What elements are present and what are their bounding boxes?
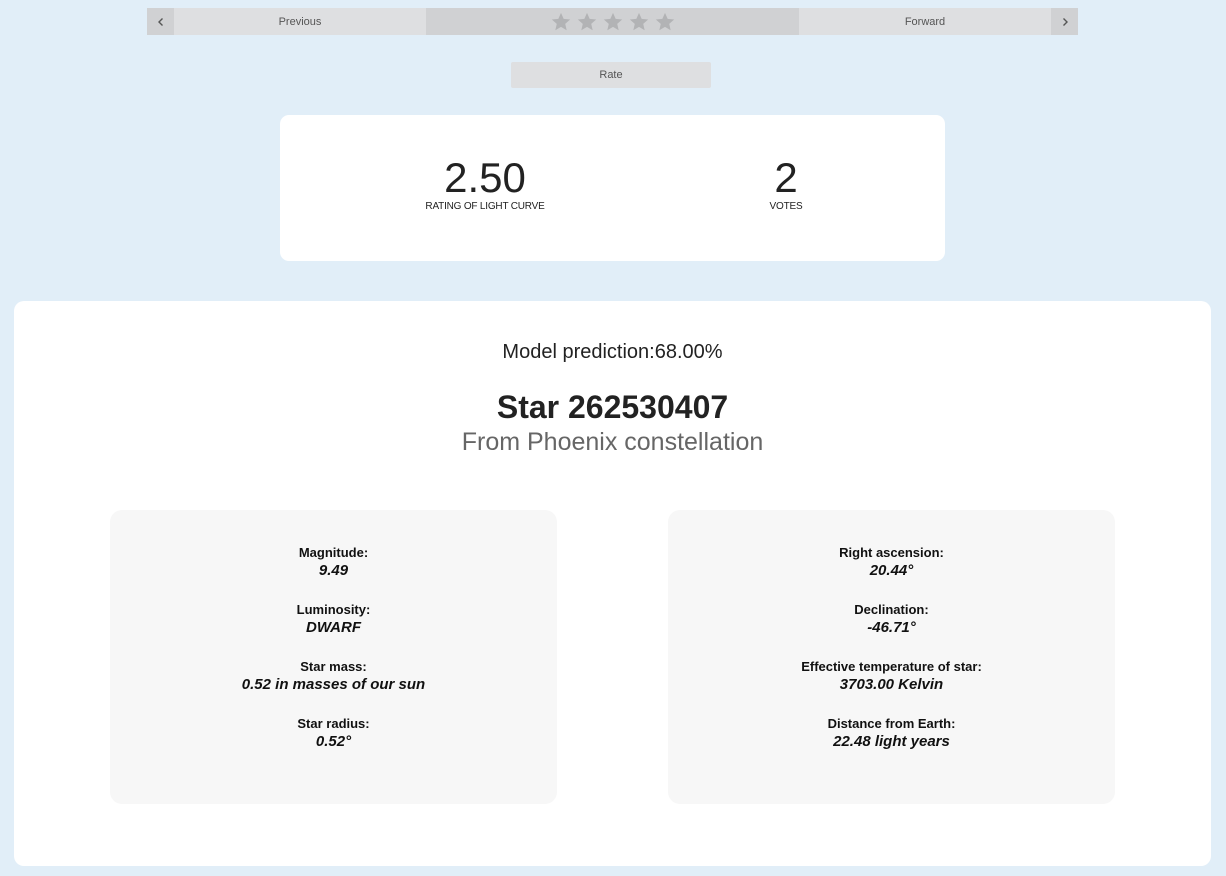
info-label: Declination: [854,602,929,617]
info-label: Star mass: [300,659,367,674]
info-item: Magnitude: 9.49 [110,544,557,601]
star-position-panel: Right ascension: 20.44° Declination: -46… [668,510,1115,804]
rating-stat: 2.50 RATING OF LIGHT CURVE [425,154,545,213]
forward-button[interactable]: Forward [799,8,1051,35]
chevron-left-icon [157,17,163,26]
info-item: Star radius: 0.52° [110,715,557,772]
forward-arrow-button[interactable] [1051,8,1078,35]
info-value: 22.48 light years [833,733,950,750]
info-item: Distance from Earth: 22.48 light years [668,715,1115,772]
votes-stat: 2 VOTES [769,154,803,213]
info-item: Star mass: 0.52 in masses of our sun [110,658,557,715]
info-item: Luminosity: DWARF [110,601,557,658]
info-value: 20.44° [869,562,914,579]
info-value: 3703.00 Kelvin [839,676,944,693]
info-value: 0.52 in masses of our sun [241,676,426,693]
previous-arrow-button[interactable] [147,8,174,35]
rate-button[interactable]: Rate [511,62,711,88]
previous-button[interactable]: Previous [174,8,426,35]
star-properties-panel: Magnitude: 9.49 Luminosity: DWARF Star m… [110,510,557,804]
info-value: 0.52° [315,733,352,750]
star-title: Star 262530407 [496,389,729,425]
info-item: Right ascension: 20.44° [668,544,1115,601]
info-item: Effective temperature of star: 3703.00 K… [668,658,1115,715]
model-prediction: Model prediction:68.00% [502,341,723,363]
constellation-subtitle: From Phoenix constellation [461,428,764,456]
info-value: -46.71° [867,619,916,636]
info-label: Star radius: [297,716,370,731]
info-item: Declination: -46.71° [668,601,1115,658]
navigation-bar: Previous Forward [147,8,1078,35]
chevron-right-icon [1062,17,1068,26]
info-label: Distance from Earth: [827,716,956,731]
info-label: Luminosity: [296,602,371,617]
info-value: DWARF [306,619,361,636]
star-icon[interactable] [628,11,650,33]
votes-value: 2 [774,154,798,201]
info-label: Magnitude: [298,545,369,560]
star-icon[interactable] [654,11,676,33]
rating-value: 2.50 [444,154,526,201]
star-details-card: Model prediction:68.00% Star 262530407 F… [14,301,1211,866]
star-icon[interactable] [550,11,572,33]
star-rating-input [426,8,799,35]
info-value: 9.49 [318,562,349,579]
rating-label: RATING OF LIGHT CURVE [425,201,545,212]
star-icon[interactable] [576,11,598,33]
rating-summary-card: 2.50 RATING OF LIGHT CURVE 2 VOTES [280,115,945,261]
info-label: Right ascension: [839,545,944,560]
votes-label: VOTES [769,201,803,212]
info-label: Effective temperature of star: [801,659,982,674]
star-icon[interactable] [602,11,624,33]
